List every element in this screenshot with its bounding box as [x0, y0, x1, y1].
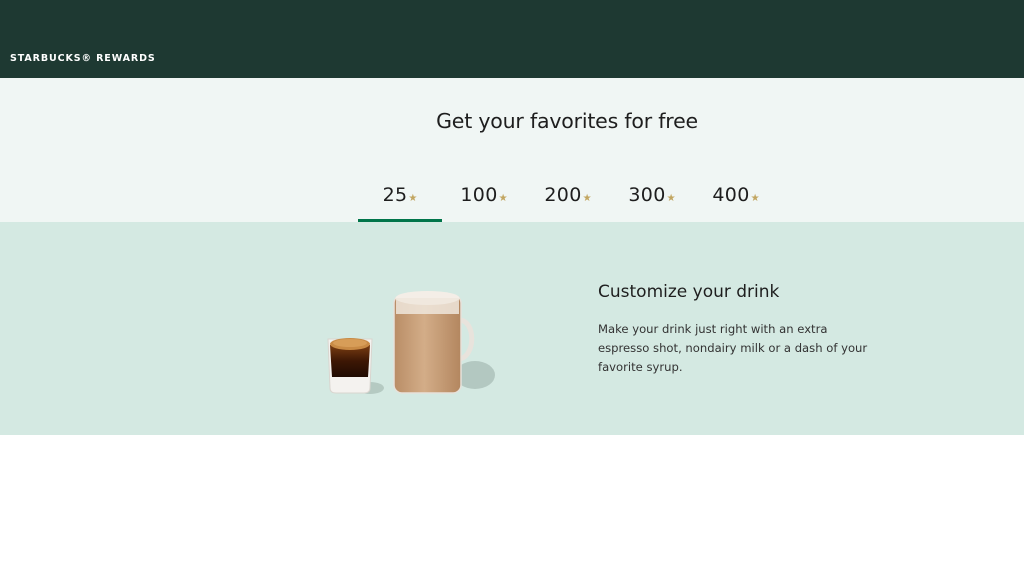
tier-tab-label: 400 — [712, 184, 750, 206]
top-header-bar: STARBUCKS® REWARDS — [0, 0, 1024, 78]
star-icon: ★ — [582, 193, 592, 204]
tier-tab-400[interactable]: 400★ — [694, 168, 778, 222]
tier-tab-label: 100 — [460, 184, 498, 206]
star-icon: ★ — [666, 193, 676, 204]
tier-tab-label: 300 — [628, 184, 666, 206]
star-icon: ★ — [498, 193, 508, 204]
tier-tab-100[interactable]: 100★ — [442, 168, 526, 222]
tier-tab-300[interactable]: 300★ — [610, 168, 694, 222]
tier-tab-25[interactable]: 25★ — [358, 168, 442, 222]
rewards-headline: Get your favorites for free — [436, 109, 698, 133]
tier-tab-label: 200 — [544, 184, 582, 206]
espresso-and-latte-illustration — [327, 291, 495, 394]
feature-description: Make your drink just right with an extra… — [598, 322, 868, 374]
star-icon: ★ — [750, 193, 760, 204]
feature-title: Customize your drink — [598, 282, 780, 302]
tier-tab-label: 25 — [382, 184, 408, 206]
star-icon: ★ — [408, 193, 418, 204]
tier-tab-200[interactable]: 200★ — [526, 168, 610, 222]
brand-logo-text[interactable]: STARBUCKS® REWARDS — [10, 53, 156, 64]
